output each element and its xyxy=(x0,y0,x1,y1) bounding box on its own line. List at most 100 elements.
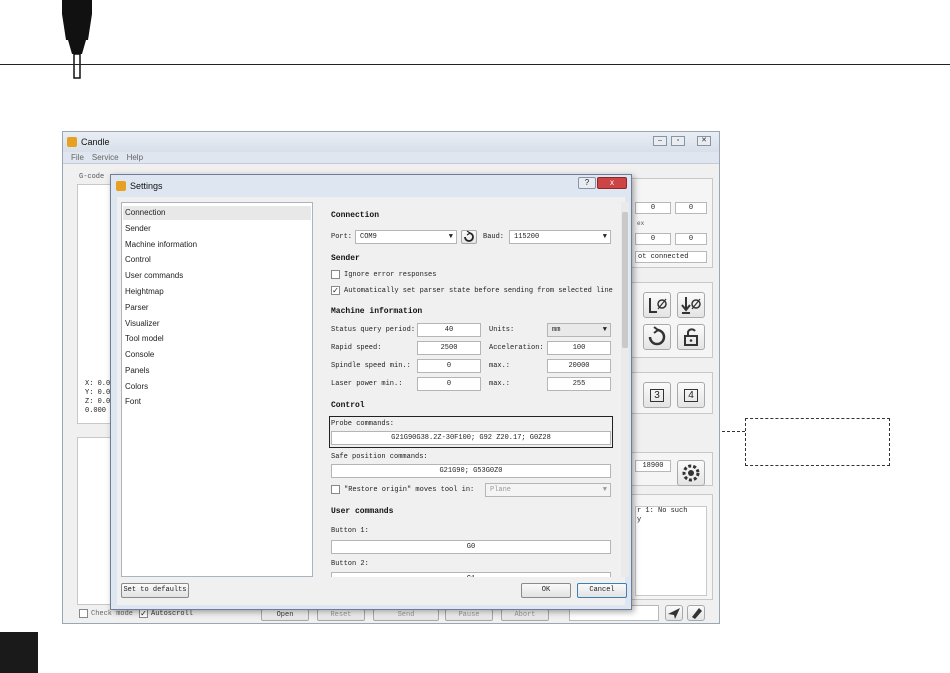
ok-button[interactable]: OK xyxy=(521,583,571,598)
nav-control[interactable]: Control xyxy=(123,253,311,267)
safe-position-label: Safe position commands: xyxy=(331,453,428,461)
laser-max-field[interactable]: 255 xyxy=(547,377,611,391)
minimize-button[interactable]: – xyxy=(653,136,667,146)
status-query-field[interactable]: 40 xyxy=(417,323,481,337)
section-control-title: Control xyxy=(331,401,365,410)
abort-button[interactable]: Abort xyxy=(501,609,549,621)
units-select[interactable]: mm ▼ xyxy=(547,323,611,337)
check-mode-box[interactable] xyxy=(79,609,88,618)
zero-xy-icon xyxy=(649,298,667,313)
probe-commands-label: Probe commands: xyxy=(331,420,395,428)
nav-colors[interactable]: Colors xyxy=(123,380,311,394)
maximize-button[interactable]: ▫ xyxy=(671,136,685,146)
port-value: COM9 xyxy=(360,233,377,241)
state-field-2: 0 xyxy=(675,202,707,214)
port-select[interactable]: COM9 ▼ xyxy=(355,230,457,244)
check-mode-checkbox[interactable]: Check mode xyxy=(79,609,133,618)
nav-machine-information[interactable]: Machine information xyxy=(123,238,311,252)
button1-field[interactable]: G0 xyxy=(331,540,611,554)
nav-tool-model[interactable]: Tool model xyxy=(123,332,311,346)
acceleration-label: Acceleration: xyxy=(489,344,544,352)
coord-z: Z: 0.0 xyxy=(85,398,111,406)
restore-origin-value: Plane xyxy=(490,486,512,494)
coord-x: X: 0.0 xyxy=(85,380,111,388)
settings-dialog: Settings ? x Connection Sender Machine i… xyxy=(110,174,632,610)
settings-close-button[interactable]: x xyxy=(597,177,627,189)
send-icon xyxy=(668,608,680,619)
zero-z-button[interactable] xyxy=(677,292,705,318)
spindle-min-label: Spindle speed min.: xyxy=(331,362,411,370)
unlock-button[interactable] xyxy=(677,324,705,350)
spindle-button[interactable] xyxy=(677,460,705,486)
open-button[interactable]: Open xyxy=(261,609,309,621)
jog-label-3: 3 xyxy=(650,388,664,402)
nav-user-commands[interactable]: User commands xyxy=(123,269,311,283)
refresh-icon xyxy=(464,230,474,242)
refresh-ports-button[interactable] xyxy=(461,230,477,244)
nav-sender[interactable]: Sender xyxy=(123,222,311,236)
restore-origin-checkbox[interactable] xyxy=(331,485,340,494)
safe-position-field[interactable]: G21G90; G53G0Z0 xyxy=(331,464,611,478)
acceleration-field[interactable]: 100 xyxy=(547,341,611,355)
chevron-down-icon: ▼ xyxy=(602,486,607,494)
ignore-errors-checkbox[interactable] xyxy=(331,270,340,279)
zero-xy-button[interactable] xyxy=(643,292,671,318)
port-label: Port: xyxy=(331,233,353,241)
gcode-label: G-code xyxy=(79,173,105,181)
send-command-button[interactable] xyxy=(665,605,683,621)
restore-origin-select[interactable]: Plane ▼ xyxy=(485,483,611,497)
spindle-speed-field[interactable]: 18900 xyxy=(635,460,671,472)
probe-commands-field[interactable]: G21G90G38.2Z-30F100; G92 Z20.17; G0Z28 xyxy=(331,431,611,445)
nav-visualizer[interactable]: Visualizer xyxy=(123,317,311,331)
pause-button[interactable]: Pause xyxy=(445,609,493,621)
settings-title: Settings xyxy=(130,181,163,191)
menu-help[interactable]: Help xyxy=(127,153,143,162)
units-value: mm xyxy=(552,326,561,334)
state-field-4: 0 xyxy=(675,233,707,245)
window-title: Candle xyxy=(81,137,110,147)
set-defaults-button[interactable]: Set to defaults xyxy=(121,583,189,598)
close-button[interactable]: ✕ xyxy=(697,136,711,146)
chevron-down-icon: ▼ xyxy=(602,326,607,334)
spindle-min-field[interactable]: 0 xyxy=(417,359,481,373)
nav-heightmap[interactable]: Heightmap xyxy=(123,285,311,299)
rapid-speed-label: Rapid speed: xyxy=(331,344,382,352)
state-label: ex xyxy=(637,220,645,227)
settings-scrollbar[interactable] xyxy=(621,202,629,577)
jog-button-4[interactable]: 4 xyxy=(677,382,705,408)
callout-box xyxy=(745,418,890,466)
scrollbar-thumb[interactable] xyxy=(622,212,628,348)
auto-parser-checkbox[interactable]: ✓ xyxy=(331,286,340,295)
autoscroll-box[interactable]: ✓ xyxy=(139,609,148,618)
cancel-button[interactable]: Cancel xyxy=(577,583,627,598)
spindle-max-field[interactable]: 20000 xyxy=(547,359,611,373)
menu-service[interactable]: Service xyxy=(92,153,119,162)
nav-connection[interactable]: Connection xyxy=(123,206,311,220)
help-button[interactable]: ? xyxy=(578,177,596,189)
autoscroll-checkbox[interactable]: ✓ Autoscroll xyxy=(139,609,193,618)
nav-console[interactable]: Console xyxy=(123,348,311,362)
nav-panels[interactable]: Panels xyxy=(123,364,311,378)
clear-console-button[interactable] xyxy=(687,605,705,621)
nav-font[interactable]: Font xyxy=(123,395,311,409)
jog-button-3[interactable]: 3 xyxy=(643,382,671,408)
nav-parser[interactable]: Parser xyxy=(123,301,311,315)
baud-select[interactable]: 115200 ▼ xyxy=(509,230,611,244)
console-output: r 1: No such y xyxy=(635,506,707,596)
app-icon xyxy=(67,137,77,147)
button1-label: Button 1: xyxy=(331,527,369,535)
reset-button[interactable]: Reset xyxy=(317,609,365,621)
rapid-speed-field[interactable]: 2500 xyxy=(417,341,481,355)
laser-max-label: max.: xyxy=(489,380,511,388)
laser-min-field[interactable]: 0 xyxy=(417,377,481,391)
status-query-label: Status query period: xyxy=(331,326,416,334)
button2-field[interactable]: G1 xyxy=(331,572,611,577)
laser-min-label: Laser power min.: xyxy=(331,380,403,388)
send-button[interactable]: Send xyxy=(373,609,439,621)
footer-block xyxy=(0,632,38,673)
reset-button-icon-btn[interactable] xyxy=(643,324,671,350)
state-field-1: 0 xyxy=(635,202,671,214)
menu-file[interactable]: File xyxy=(71,153,84,162)
menu-bar: File Service Help xyxy=(63,152,719,164)
section-machine-title: Machine information xyxy=(331,307,423,316)
